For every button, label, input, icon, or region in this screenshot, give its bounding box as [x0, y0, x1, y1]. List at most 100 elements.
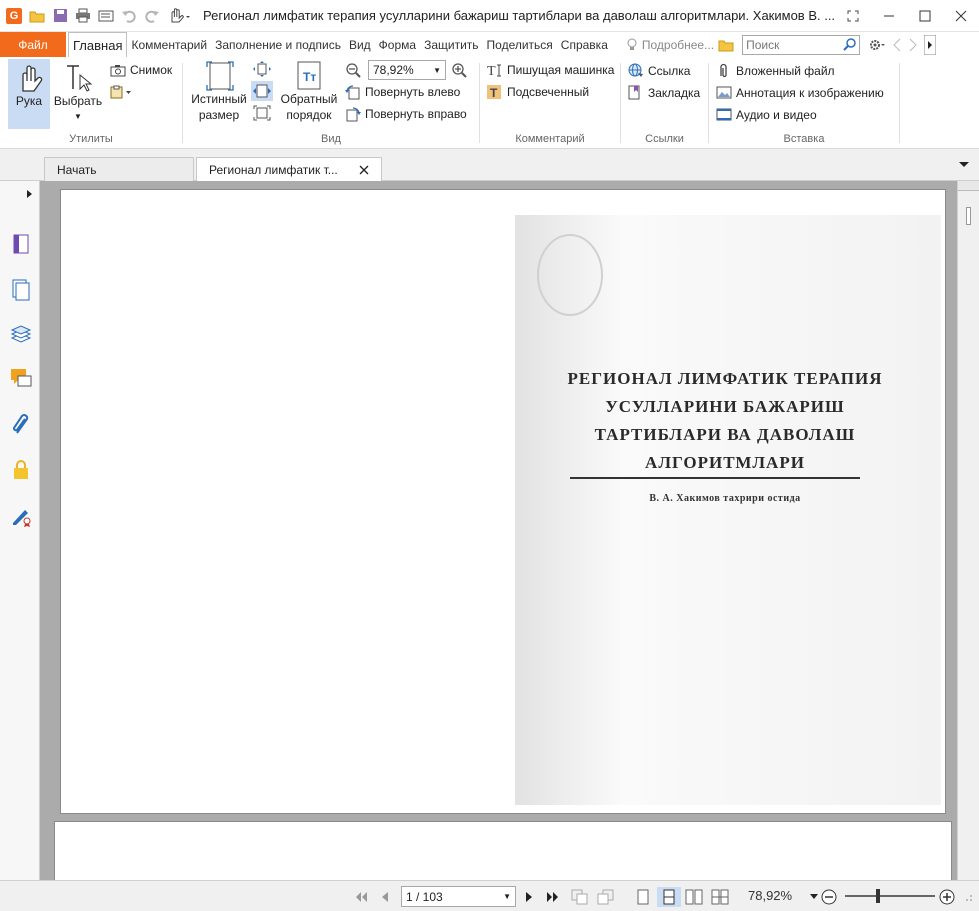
ribbon-expand-icon[interactable] [924, 34, 937, 55]
scanned-page-image: РЕГИОНАЛ ЛИМФАТИК ТЕРАПИЯ УСУЛЛАРИНИ БАЖ… [515, 215, 941, 805]
document-viewer[interactable]: РЕГИОНАЛ ЛИМФАТИК ТЕРАПИЯ УСУЛЛАРИНИ БАЖ… [40, 181, 957, 891]
typewriter-label: Пишущая машинка [507, 63, 615, 77]
save-icon[interactable] [50, 6, 70, 26]
tab-share[interactable]: Поделиться [483, 38, 557, 52]
group-view-label: Вид [321, 133, 341, 145]
audio-video-button[interactable]: Аудио и видео [716, 107, 817, 122]
zoom-out-button[interactable] [345, 62, 361, 78]
maximize-button[interactable] [907, 0, 943, 32]
first-page-button[interactable] [352, 887, 370, 907]
open-icon[interactable] [27, 6, 47, 26]
single-page-icon [637, 889, 649, 905]
vertical-scrollbar[interactable] [957, 181, 979, 880]
hand-tool-button[interactable]: Рука [8, 59, 50, 129]
properties-icon[interactable] [96, 6, 116, 26]
previous-view-button[interactable] [570, 887, 590, 907]
nav-forward-icon[interactable] [908, 38, 918, 52]
layers-icon[interactable] [10, 323, 32, 345]
lightbulb-icon [627, 38, 637, 50]
tab-protect[interactable]: Защитить [420, 38, 482, 52]
redo-icon[interactable] [142, 6, 162, 26]
tell-me-box[interactable]: Подробнее... [626, 38, 734, 52]
next-view-button[interactable] [596, 887, 616, 907]
reverse-order-button[interactable]: Tт Обратный порядок [277, 59, 341, 123]
continuous-view-button[interactable] [657, 887, 681, 907]
lock-icon[interactable] [10, 459, 32, 481]
zoom-out-circle-icon [821, 889, 837, 905]
document-tabs-bar: Начать Регионал лимфатик т... [0, 149, 979, 181]
previous-page-icon [382, 892, 388, 902]
zoom-menu-button[interactable] [808, 887, 820, 907]
search-input[interactable]: Поиск [742, 34, 861, 55]
page-number-input[interactable]: 1 / 103 ▼ [401, 886, 516, 907]
highlight-button[interactable]: T Подсвеченный [487, 85, 589, 99]
snapshot-button[interactable]: Снимок [110, 63, 172, 77]
rotate-left-button[interactable]: Повернуть влево [345, 84, 460, 100]
tab-view[interactable]: Вид [345, 38, 375, 52]
next-view-icon [597, 889, 614, 905]
zoom-in-button[interactable] [451, 62, 467, 78]
fit-visible-button[interactable] [253, 105, 271, 121]
fit-width-icon [253, 84, 271, 98]
page-dropdown-icon: ▼ [503, 892, 511, 901]
fullscreen-icon[interactable] [835, 0, 871, 32]
link-button[interactable]: Ссылка [628, 63, 690, 78]
scroll-up-button[interactable] [958, 181, 979, 191]
fit-width-button[interactable] [251, 81, 273, 101]
previous-page-button[interactable] [376, 887, 394, 907]
globe-link-icon [628, 63, 643, 77]
typewriter-button[interactable]: T Пишущая машинка [487, 63, 614, 77]
next-page-button[interactable] [520, 887, 538, 907]
last-page-button[interactable] [542, 887, 564, 907]
hand-tool-icon[interactable] [165, 6, 193, 26]
gear-icon[interactable] [868, 38, 886, 52]
group-links: Ссылка Закладка Ссылки [621, 57, 708, 149]
select-tool-button[interactable]: Выбрать ▼ [52, 59, 104, 129]
fit-page-button[interactable] [253, 61, 271, 77]
tab-fill-sign[interactable]: Заполнение и подпись [211, 38, 345, 52]
bookmark-button[interactable]: Закладка [628, 85, 700, 100]
single-page-view-button[interactable] [634, 887, 652, 907]
attach-file-button[interactable]: Вложенный файл [716, 63, 835, 78]
zoom-slider[interactable] [845, 889, 935, 903]
group-links-label: Ссылки [645, 133, 684, 145]
undo-icon[interactable] [119, 6, 139, 26]
navigation-panel [0, 181, 45, 911]
zoom-out-status-button[interactable] [820, 887, 838, 907]
clipboard-button[interactable] [110, 85, 132, 99]
tab-current-document[interactable]: Регионал лимфатик т... [196, 157, 382, 181]
actual-size-button[interactable]: Истинный размер [189, 59, 249, 123]
zoom-in-status-button[interactable] [938, 887, 956, 907]
scrollbar-thumb[interactable] [966, 207, 971, 225]
rotate-right-button[interactable]: Повернуть вправо [345, 106, 467, 122]
zoom-select[interactable]: 78,92% ▼ [368, 60, 446, 80]
tab-start[interactable]: Начать [44, 157, 194, 181]
zoom-slider-knob[interactable] [876, 889, 880, 903]
continuous-facing-view-button[interactable] [710, 887, 730, 907]
image-annotation-button[interactable]: Аннотация к изображению [716, 85, 884, 100]
group-comment-label: Комментарий [515, 133, 585, 145]
tab-form[interactable]: Форма [375, 38, 420, 52]
comments-panel-icon[interactable] [10, 367, 32, 389]
tab-help[interactable]: Справка [557, 38, 612, 52]
tab-home[interactable]: Главная [68, 32, 128, 57]
folder-search-icon [718, 40, 734, 51]
print-icon[interactable] [73, 6, 93, 26]
file-menu-button[interactable]: Файл [0, 32, 66, 57]
tabs-menu-icon[interactable] [958, 161, 970, 169]
close-tab-icon[interactable] [359, 165, 369, 175]
resize-grip-icon [960, 887, 976, 907]
minimize-button[interactable] [871, 0, 907, 32]
app-logo[interactable]: G [4, 6, 24, 26]
page-thumbnails-icon[interactable] [10, 233, 32, 255]
menu-bar: Файл Главная Комментарий Заполнение и по… [0, 32, 979, 57]
close-button[interactable] [943, 0, 979, 32]
expand-panel-icon[interactable] [26, 189, 34, 199]
attachments-icon[interactable] [10, 413, 32, 435]
image-icon [716, 86, 732, 99]
signature-icon[interactable] [10, 505, 32, 527]
nav-back-icon[interactable] [892, 38, 902, 52]
tab-comment[interactable]: Комментарий [127, 38, 211, 52]
pages-icon[interactable] [10, 279, 32, 301]
facing-view-button[interactable] [684, 887, 704, 907]
